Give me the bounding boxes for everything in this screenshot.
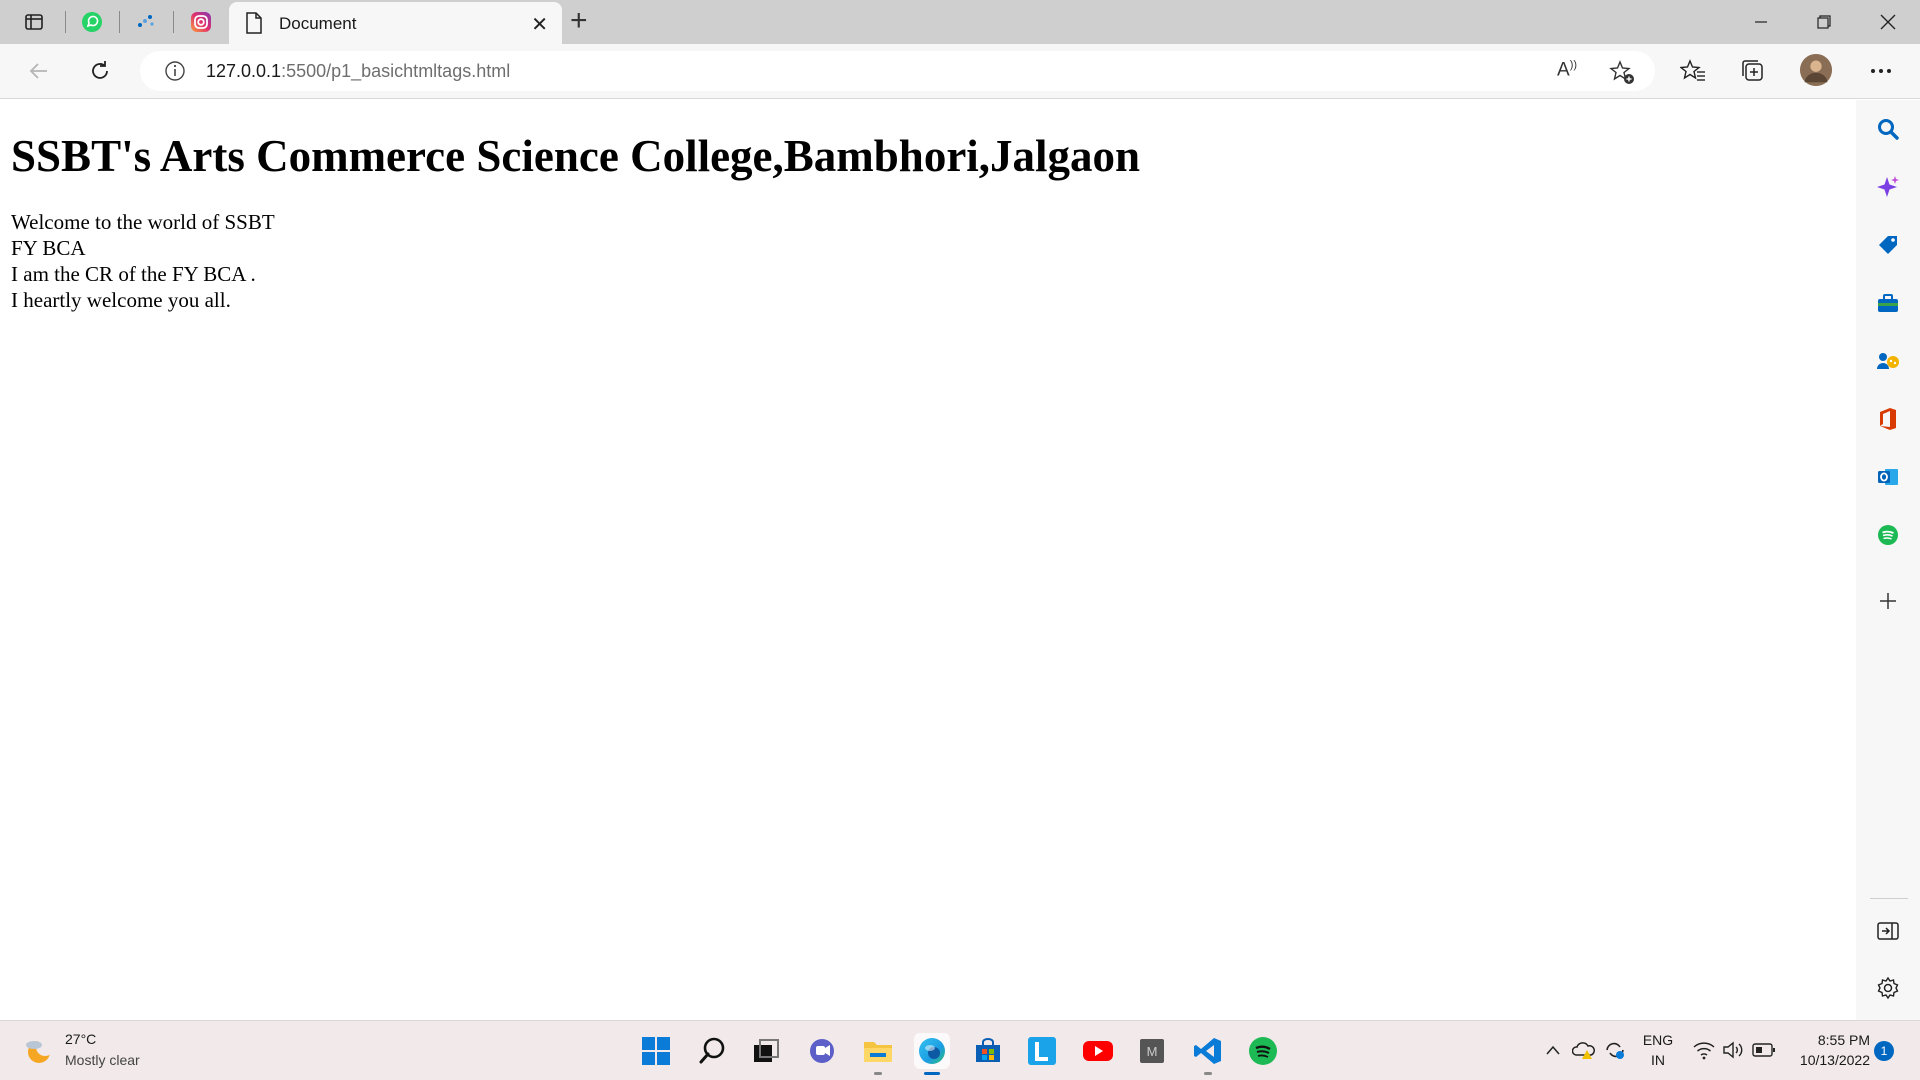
svg-text:M: M bbox=[1147, 1044, 1158, 1059]
tab-bar: Document ✕ + bbox=[0, 0, 1920, 44]
taskbar: 27°C Mostly clear M ENG IN 8:55 PM 10/13… bbox=[0, 1020, 1920, 1080]
search-taskbar-icon[interactable] bbox=[694, 1033, 730, 1069]
content-line: I heartly welcome you all. bbox=[11, 288, 231, 312]
microsoft-store-icon[interactable] bbox=[970, 1033, 1006, 1069]
add-sidebar-app-icon[interactable] bbox=[1872, 585, 1904, 617]
m-app-icon[interactable]: M bbox=[1134, 1033, 1170, 1069]
notification-badge[interactable]: 1 bbox=[1874, 1041, 1894, 1061]
content-line: Welcome to the world of SSBT bbox=[11, 210, 275, 234]
tab-separator bbox=[173, 11, 174, 33]
edge-browser-icon[interactable] bbox=[914, 1033, 950, 1075]
app-tab-icon[interactable] bbox=[132, 8, 160, 36]
teams-chat-icon[interactable] bbox=[804, 1033, 840, 1069]
url-path: :5500/p1_basichtmltags.html bbox=[281, 61, 511, 81]
running-indicator bbox=[924, 1072, 940, 1075]
back-icon[interactable] bbox=[22, 54, 56, 88]
page-content: SSBT's Arts Commerce Science College,Bam… bbox=[0, 100, 1856, 1020]
site-info-icon[interactable] bbox=[164, 60, 186, 87]
page-icon bbox=[245, 12, 263, 39]
url-text[interactable]: 127.0.0.1:5500/p1_basichtmltags.html bbox=[206, 61, 510, 82]
l-app-icon[interactable] bbox=[1024, 1033, 1060, 1069]
office-icon[interactable] bbox=[1872, 403, 1904, 435]
refresh-icon[interactable] bbox=[83, 54, 117, 88]
content-line: FY BCA bbox=[11, 236, 86, 260]
start-windows-icon[interactable] bbox=[638, 1033, 674, 1069]
discover-sparkle-icon[interactable] bbox=[1872, 171, 1904, 203]
running-indicator bbox=[1204, 1072, 1212, 1075]
tools-briefcase-icon[interactable] bbox=[1872, 287, 1904, 319]
weather-moon-icon[interactable] bbox=[22, 1036, 56, 1071]
url-host: 127.0.0.1 bbox=[206, 61, 282, 81]
games-icon[interactable] bbox=[1872, 345, 1904, 377]
collections-icon[interactable] bbox=[1736, 54, 1770, 88]
clock-date[interactable]: 10/13/2022 bbox=[1786, 1052, 1870, 1068]
favorites-icon[interactable] bbox=[1676, 54, 1710, 88]
file-explorer-icon[interactable] bbox=[860, 1033, 896, 1075]
tab-title: Document bbox=[279, 14, 357, 33]
tab-separator bbox=[119, 11, 120, 33]
sync-icon[interactable] bbox=[1603, 1039, 1627, 1066]
chevron-up-icon[interactable] bbox=[1545, 1043, 1561, 1061]
sidebar-divider bbox=[1870, 898, 1908, 899]
search-icon[interactable] bbox=[1872, 113, 1904, 145]
running-indicator bbox=[874, 1072, 882, 1075]
spotify-taskbar-icon[interactable] bbox=[1245, 1033, 1281, 1069]
read-aloud-icon[interactable]: A)) bbox=[1557, 59, 1577, 81]
address-bar[interactable]: 127.0.0.1:5500/p1_basichtmltags.html A)) bbox=[140, 51, 1655, 91]
whatsapp-tab-icon[interactable] bbox=[78, 8, 106, 36]
tab-document[interactable]: Document ✕ bbox=[229, 2, 562, 44]
content-line: I am the CR of the FY BCA . bbox=[11, 262, 256, 286]
spotify-icon[interactable] bbox=[1872, 519, 1904, 551]
volume-icon[interactable] bbox=[1722, 1040, 1746, 1065]
battery-icon[interactable] bbox=[1752, 1042, 1776, 1063]
minimize-icon[interactable] bbox=[1741, 8, 1781, 36]
restore-icon[interactable] bbox=[1804, 8, 1844, 36]
shopping-tag-icon[interactable] bbox=[1872, 229, 1904, 261]
add-favorite-icon[interactable] bbox=[1609, 59, 1635, 90]
weather-desc: Mostly clear bbox=[65, 1052, 140, 1068]
onedrive-warning-icon[interactable] bbox=[1571, 1039, 1596, 1066]
page-heading: SSBT's Arts Commerce Science College,Bam… bbox=[11, 131, 1141, 181]
new-tab-icon[interactable]: + bbox=[570, 6, 588, 36]
youtube-icon[interactable] bbox=[1080, 1033, 1116, 1069]
browser-toolbar: 127.0.0.1:5500/p1_basichtmltags.html A)) bbox=[0, 44, 1920, 99]
lang-secondary[interactable]: IN bbox=[1640, 1052, 1676, 1068]
hide-sidebar-icon[interactable] bbox=[1872, 915, 1904, 947]
wifi-icon[interactable] bbox=[1693, 1040, 1715, 1065]
settings-gear-icon[interactable] bbox=[1872, 972, 1904, 1004]
lang-primary[interactable]: ENG bbox=[1640, 1032, 1676, 1048]
instagram-tab-icon[interactable] bbox=[187, 8, 215, 36]
clock-time[interactable]: 8:55 PM bbox=[1786, 1032, 1870, 1048]
vscode-icon[interactable] bbox=[1190, 1033, 1226, 1075]
profile-avatar[interactable] bbox=[1799, 53, 1833, 87]
edge-sidebar bbox=[1856, 100, 1920, 1020]
tab-actions-icon[interactable] bbox=[20, 8, 48, 36]
task-view-icon[interactable] bbox=[748, 1033, 784, 1069]
weather-temp: 27°C bbox=[65, 1031, 97, 1047]
more-options-icon[interactable] bbox=[1864, 54, 1898, 88]
outlook-icon[interactable] bbox=[1872, 461, 1904, 493]
close-tab-icon[interactable]: ✕ bbox=[531, 12, 548, 37]
close-window-icon[interactable] bbox=[1868, 8, 1908, 36]
tab-separator bbox=[65, 11, 66, 33]
